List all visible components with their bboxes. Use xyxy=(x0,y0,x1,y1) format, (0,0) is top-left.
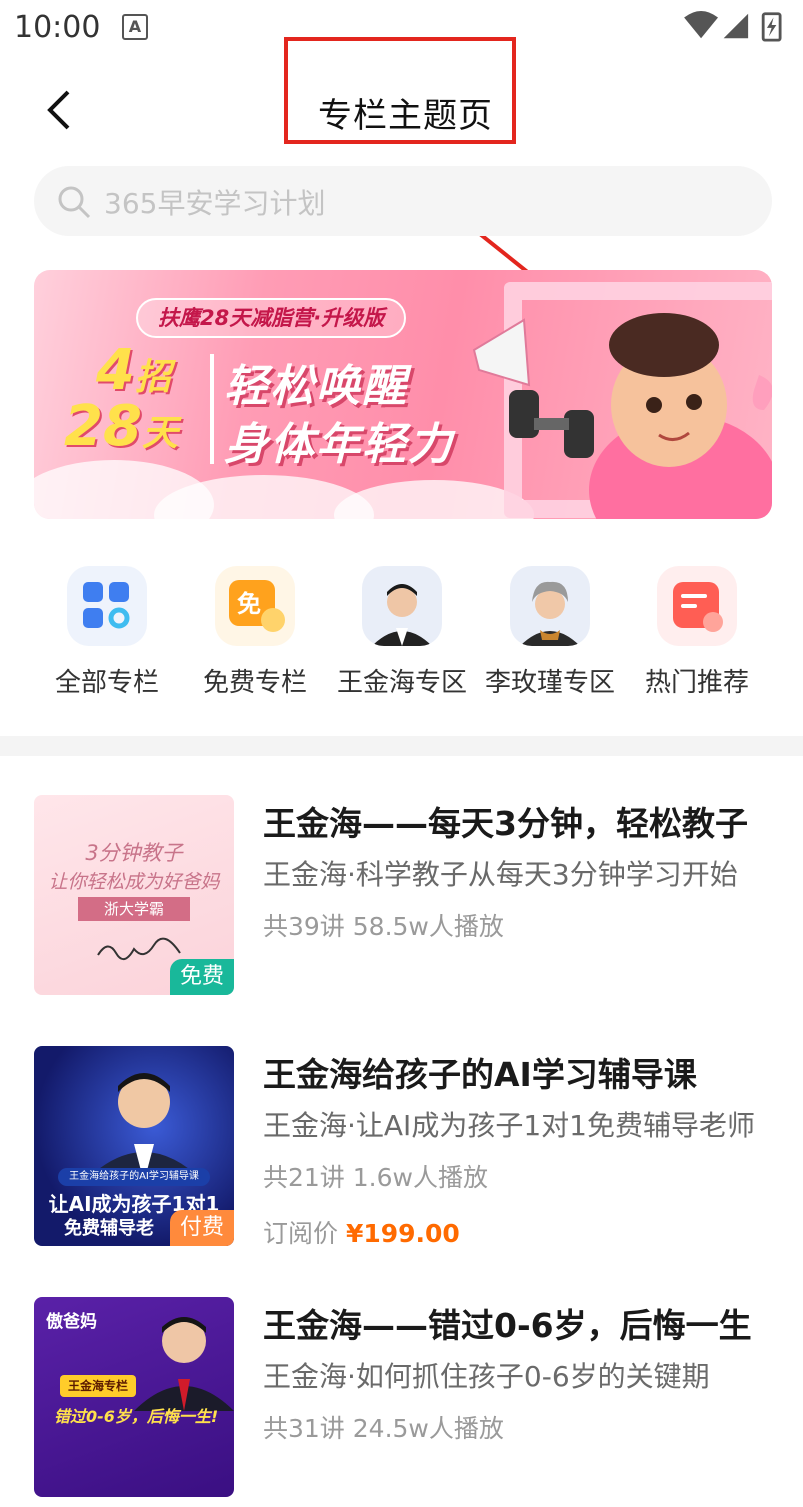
category-label: 免费专栏 xyxy=(202,668,307,698)
hot-icon xyxy=(657,566,737,646)
avatar-icon xyxy=(362,566,442,646)
free-icon: 免 xyxy=(215,566,295,646)
banner-headline-2: 身体年轻力 xyxy=(224,419,454,470)
category-all-columns[interactable]: 全部专栏 xyxy=(42,566,172,699)
svg-text:免: 免 xyxy=(237,590,261,618)
category-free-columns[interactable]: 免 免费专栏 xyxy=(190,566,320,699)
course-thumbnail: 傲爸妈 王金海专栏 错过0-6岁，后悔一生! xyxy=(34,1297,234,1497)
price-value: ¥199.00 xyxy=(345,1219,460,1248)
list-item[interactable]: 王金海给孩子的AI学习辅导课 让AI成为孩子1对1 免费辅导老 付费 王金海给孩… xyxy=(0,1046,803,1256)
free-badge: 免费 xyxy=(169,959,234,995)
course-stats: 共39讲 58.5w人播放 xyxy=(263,912,504,941)
course-subtitle: 王金海·如何抓住孩子0-6岁的关键期 xyxy=(263,1360,710,1393)
search-input[interactable]: 365早安学习计划 xyxy=(34,166,772,236)
course-title: 王金海——错过0-6岁，后悔一生 xyxy=(263,1306,752,1345)
course-stats: 共31讲 24.5w人播放 xyxy=(263,1414,504,1443)
course-title: 王金海给孩子的AI学习辅导课 xyxy=(263,1055,697,1094)
presenter-illustration xyxy=(134,1317,234,1411)
thumb-text: 3分钟教子 xyxy=(85,841,183,865)
search-placeholder: 365早安学习计划 xyxy=(104,187,326,220)
presenter-illustration xyxy=(84,1073,204,1182)
banner-days: 28天 xyxy=(64,394,178,459)
price-label: 订阅价 xyxy=(263,1219,346,1248)
banner-pill: 扶鹰28天减脂营·升级版 xyxy=(136,298,407,338)
signal-icon xyxy=(723,13,749,39)
thumb-text: 免费辅导老 xyxy=(64,1218,154,1239)
thumb-text: 让你轻松成为好爸妈 xyxy=(48,871,220,893)
annotation-highlight-box xyxy=(284,37,516,144)
section-divider xyxy=(0,736,803,756)
avatar-icon xyxy=(510,566,590,646)
thumb-tag: 王金海给孩子的AI学习辅导课 xyxy=(58,1168,210,1186)
list-item[interactable]: 傲爸妈 王金海专栏 错过0-6岁，后悔一生! 王金海——错过0-6岁，后悔一生 … xyxy=(0,1297,803,1507)
thumb-brand: 傲爸妈 xyxy=(46,1312,97,1332)
category-hot-recommend[interactable]: 热门推荐 xyxy=(632,566,762,699)
course-thumbnail: 3分钟教子 让你轻松成为好爸妈 浙大学霸 免费 xyxy=(34,795,234,995)
category-label: 李玫瑾专区 xyxy=(485,668,616,698)
list-item[interactable]: 3分钟教子 让你轻松成为好爸妈 浙大学霸 免费 王金海——每天3分钟，轻松教子 … xyxy=(0,795,803,1005)
category-li-meijin[interactable]: 李玫瑾专区 xyxy=(485,566,615,699)
category-label: 全部专栏 xyxy=(54,668,159,698)
course-thumbnail: 王金海给孩子的AI学习辅导课 让AI成为孩子1对1 免费辅导老 付费 xyxy=(34,1046,234,1246)
thumb-tag: 王金海专栏 xyxy=(60,1375,137,1397)
search-icon xyxy=(58,186,91,219)
course-stats: 共21讲 1.6w人播放 xyxy=(263,1163,488,1192)
wifi-icon xyxy=(684,10,718,39)
thumb-tag: 浙大学霸 xyxy=(78,897,190,921)
category-label: 热门推荐 xyxy=(644,668,749,698)
notification-icon: A xyxy=(122,14,148,40)
signature-icon xyxy=(97,937,181,960)
course-price: 订阅价 ¥199.00 xyxy=(263,1214,460,1250)
category-label: 王金海专区 xyxy=(337,668,468,698)
back-arrow-icon[interactable] xyxy=(40,88,80,132)
thumb-text: 错过0-6岁，后悔一生! xyxy=(54,1407,219,1426)
course-title: 王金海——每天3分钟，轻松教子 xyxy=(263,804,748,843)
banner-separator xyxy=(210,354,214,464)
paid-badge: 付费 xyxy=(169,1210,234,1246)
banner-character-illustration xyxy=(472,313,772,519)
system-status-icons xyxy=(684,10,782,42)
course-subtitle: 王金海·让AI成为孩子1对1免费辅导老师 xyxy=(263,1109,755,1142)
category-wang-jinhai[interactable]: 王金海专区 xyxy=(337,566,467,699)
status-time: 10:00 xyxy=(14,10,101,45)
promo-banner[interactable]: 扶鹰28天减脂营·升级版 4招 28天 轻松唤醒 身体年轻力 xyxy=(34,270,772,519)
course-subtitle: 王金海·科学教子从每天3分钟学习开始 xyxy=(263,858,738,891)
banner-headline-1: 轻松唤醒 xyxy=(224,361,408,412)
grid-icon xyxy=(67,566,147,646)
